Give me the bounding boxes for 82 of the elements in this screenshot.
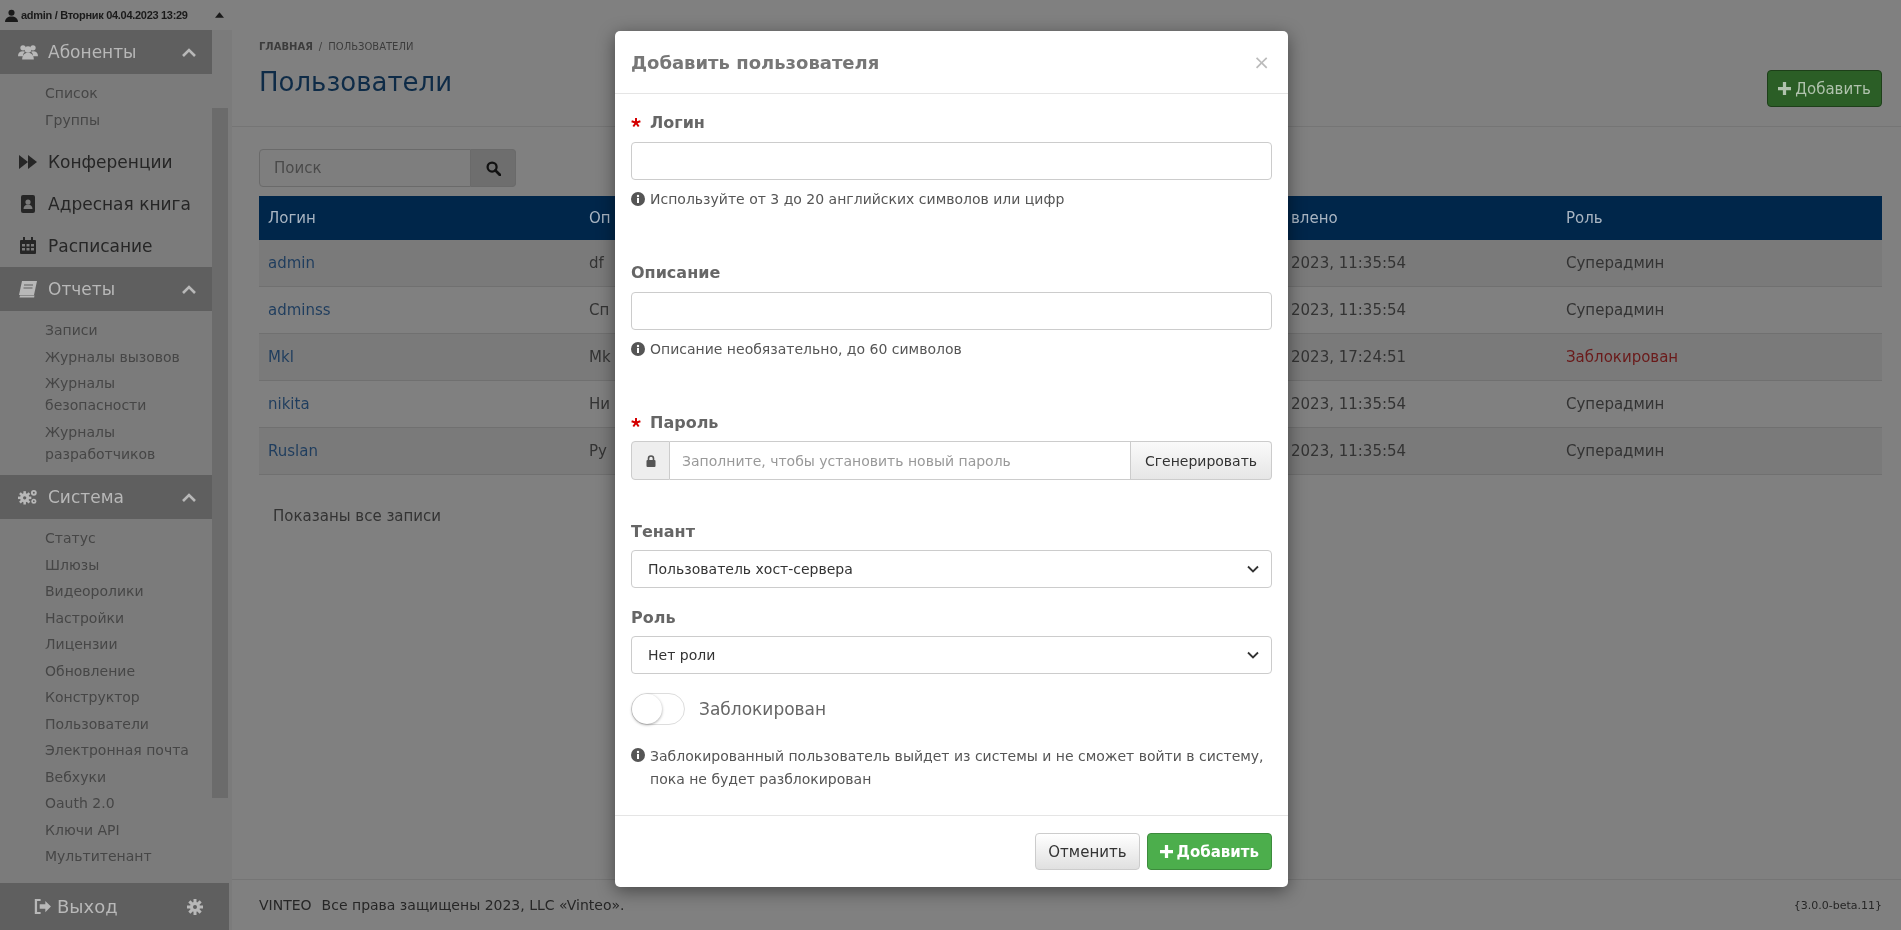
section-header[interactable]: Система (0, 475, 212, 519)
table-cell: 2023, 11:35:54 (1291, 395, 1407, 413)
login-link[interactable]: admin (268, 254, 315, 272)
password-field[interactable]: Заполните, чтобы установить новый пароль (670, 441, 1131, 480)
search-icon (485, 160, 501, 176)
page-title: Пользователи (259, 66, 453, 98)
section-header[interactable]: Отчеты (0, 267, 212, 311)
scrollbar-thumb[interactable] (212, 108, 228, 798)
section-header[interactable]: Абоненты (0, 30, 212, 74)
login-link[interactable]: adminss (268, 301, 331, 319)
hint-text: Используйте от 3 до 20 английских символов или цифр (650, 190, 1065, 209)
table-cell: Суперадмин (1566, 254, 1665, 272)
logout-button[interactable]: Выход (34, 896, 118, 917)
chevron-down-icon (1247, 565, 1259, 573)
table-cell: Суперадмин (1566, 301, 1665, 319)
table-cell: 2023, 11:35:54 (1291, 301, 1407, 319)
sidebar-link[interactable]: Конференции (0, 141, 212, 183)
column-header[interactable]: Логин (268, 209, 316, 227)
info-icon (631, 192, 645, 206)
breadcrumb-current: ПОЛЬЗОВАТЕЛИ (328, 40, 414, 54)
dialog-title: Добавить пользователя (631, 51, 880, 73)
input-field[interactable] (631, 142, 1272, 180)
user-status: admin / Вторник 04.04.2023 13:29 (21, 9, 188, 21)
search-button[interactable] (471, 149, 516, 187)
calendar-icon (18, 237, 38, 255)
table-cell: Суперадмин (1566, 395, 1665, 413)
table-cell: Ру (589, 442, 607, 460)
version-label: {3.0.0-beta.11} (1793, 898, 1882, 912)
column-header[interactable]: влено (1291, 209, 1338, 227)
add-button[interactable]: Добавить (1767, 70, 1882, 107)
table-cell: df (589, 254, 604, 272)
caret-up-icon (215, 12, 224, 18)
table-cell: Сп (589, 301, 610, 319)
login-link[interactable]: Mkl (268, 348, 294, 366)
submit-button[interactable]: Добавить (1146, 833, 1272, 870)
plus-icon (1778, 82, 1792, 95)
table-cell: 2023, 11:35:54 (1291, 442, 1407, 460)
close-button[interactable]: × (1251, 52, 1272, 72)
records-summary: Показаны все записи (273, 507, 443, 525)
users-icon (18, 43, 38, 61)
field-label: Описание (631, 262, 721, 284)
cancel-button[interactable]: Отменить (1035, 833, 1140, 870)
gears-icon (18, 488, 38, 506)
chevron-down-icon (1247, 651, 1259, 659)
hint-text: Заблокированный пользователь выйдет из системы и не сможет войти в систему, пока не будет разблокирован (650, 747, 1265, 789)
column-header[interactable]: Роль (1566, 209, 1603, 227)
table-cell: Суперадмин (1566, 442, 1665, 460)
book-icon (18, 280, 38, 298)
contact-book-icon (18, 195, 38, 213)
field-label: Роль (631, 607, 676, 629)
table-cell: Заблокирован (1566, 348, 1679, 366)
table-cell: Ни (589, 395, 611, 413)
breadcrumb-link[interactable]: ГЛАВНАЯ (259, 40, 313, 54)
toggle-label: Заблокирован (699, 699, 827, 719)
column-header[interactable]: Оп (589, 209, 611, 227)
generate-button[interactable]: Сгенерировать (1131, 441, 1272, 480)
table-cell: 2023, 17:24:51 (1291, 348, 1407, 366)
login-link[interactable]: Ruslan (268, 442, 318, 460)
field-label: Пароль (650, 412, 719, 434)
info-icon (631, 748, 645, 762)
table-cell: 2023, 11:35:54 (1291, 254, 1407, 272)
info-icon (631, 342, 645, 356)
input-field[interactable] (631, 292, 1272, 330)
hint-text: Описание необязательно, до 60 символов (650, 340, 962, 359)
login-link[interactable]: nikita (268, 395, 310, 413)
field-label: Тенант (631, 521, 695, 543)
user-icon (5, 8, 18, 22)
sidebar-link[interactable]: Расписание (0, 225, 212, 267)
footer-copyright: Все права защищены 2023, LLC «Vinteo». (321, 897, 625, 913)
toggle-switch[interactable] (631, 693, 685, 725)
footer-brand: VINTEO (259, 897, 312, 913)
lock-icon (645, 454, 656, 467)
sidebar-link[interactable]: Адресная книга (0, 183, 212, 225)
settings-icon[interactable] (187, 898, 203, 915)
select-field[interactable]: Нет роли (631, 636, 1272, 674)
sign-out-icon (34, 899, 51, 914)
breadcrumb-separator: / (318, 40, 323, 54)
plus-icon (1159, 845, 1173, 858)
table-cell: Mk (589, 348, 611, 366)
double-arrow-icon (18, 153, 38, 171)
select-field[interactable]: Пользователь хост-сервера (631, 550, 1272, 588)
field-label: Логин (650, 112, 705, 134)
